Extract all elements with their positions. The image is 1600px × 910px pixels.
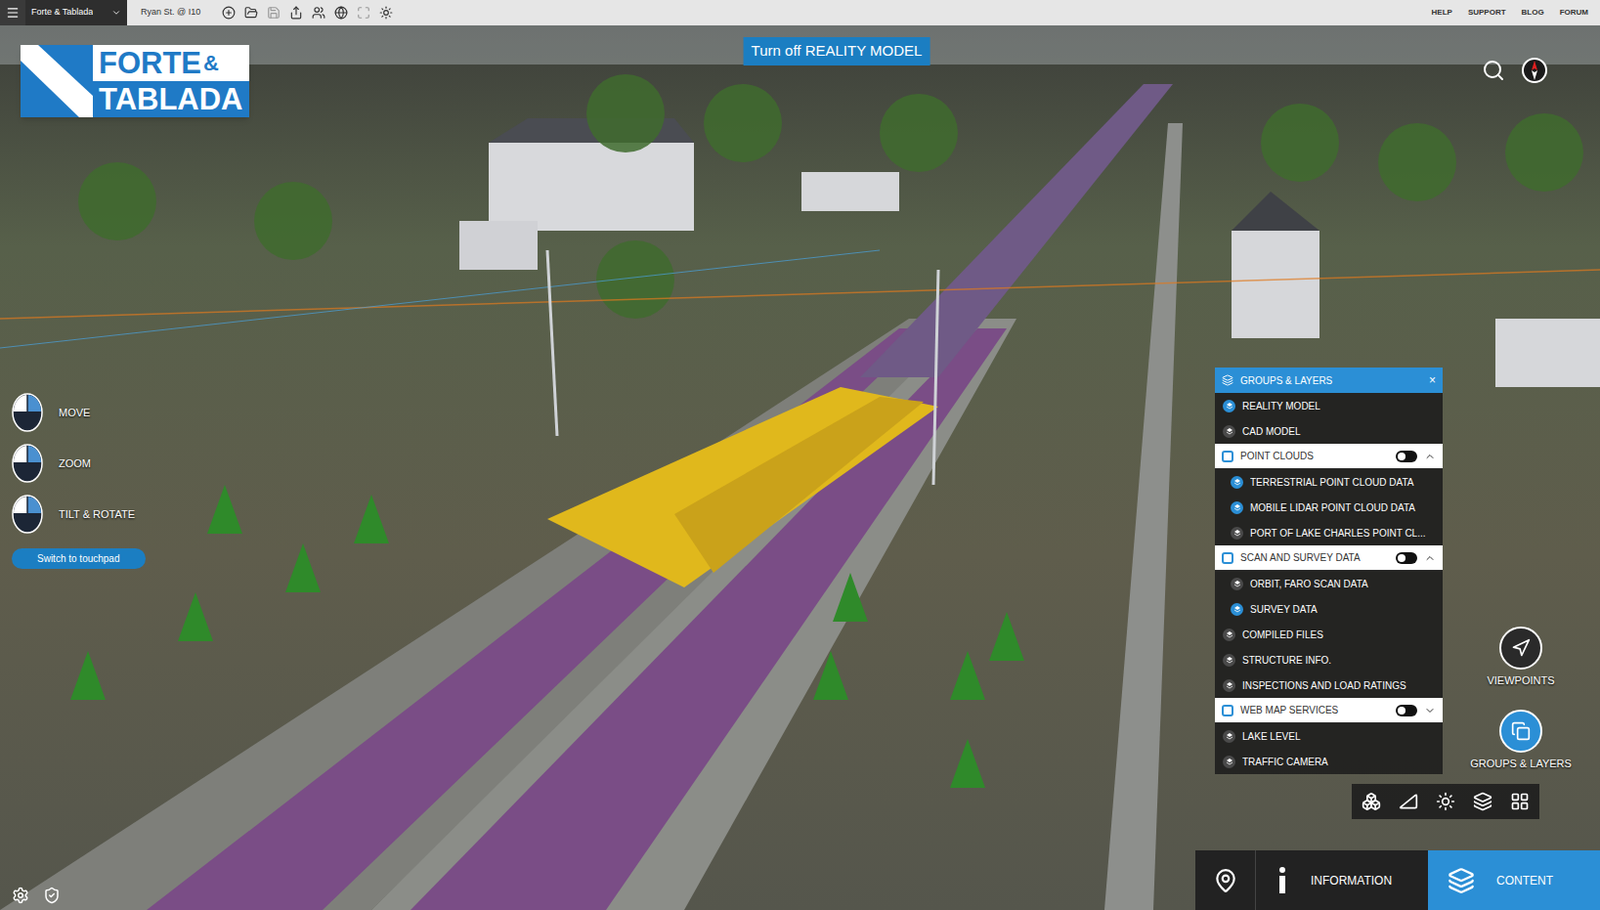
bottom-bar: INFORMATIONCONTENT <box>1195 850 1600 910</box>
layer-icon[interactable] <box>1222 425 1236 438</box>
bottom-tab[interactable]: INFORMATION <box>1255 850 1428 910</box>
layer-icon[interactable] <box>1222 628 1236 642</box>
content-icon <box>1447 866 1475 895</box>
layer-row[interactable]: MOBILE LIDAR POINT CLOUD DATA <box>1214 494 1443 520</box>
menu-icon <box>5 5 20 20</box>
touchpad-button[interactable]: Switch to touchpad <box>11 548 146 569</box>
project-dropdown[interactable]: Forte & Tablada <box>25 0 128 26</box>
collapse-icon[interactable] <box>1424 552 1436 564</box>
location-label[interactable]: Ryan St. @ I10 <box>127 5 215 20</box>
grid-icon[interactable] <box>1510 791 1530 812</box>
layer-icon[interactable] <box>1222 653 1236 667</box>
menu-button[interactable] <box>0 0 26 26</box>
navigation-hints: MOVE ZOOM TILT & ROTATE Switch to touchpad <box>11 395 146 569</box>
layer-group-row[interactable]: SCAN AND SURVEY DATA <box>1214 545 1443 571</box>
app: Forte & TabladaRyan St. @ I10 HELP SUPPORT… <box>0 0 1600 910</box>
pin-icon <box>1212 867 1239 894</box>
layer-icon[interactable] <box>1222 730 1236 743</box>
model-icon[interactable] <box>1361 791 1382 812</box>
viewpoints-icon <box>1511 638 1531 658</box>
add-icon[interactable] <box>221 5 236 20</box>
group-icon <box>1221 450 1234 463</box>
layers-tool-icon[interactable] <box>1472 791 1493 812</box>
layer-row[interactable]: CAD MODEL <box>1214 418 1443 444</box>
layer-icon[interactable] <box>1230 501 1244 515</box>
logo: FORTE&TABLADA <box>20 44 250 118</box>
top-link[interactable]: SUPPORT <box>1468 6 1507 19</box>
mouse-icon <box>11 494 44 534</box>
top-link[interactable]: BLOG <box>1521 6 1545 19</box>
group-toggle[interactable] <box>1395 552 1418 564</box>
shield-icon[interactable] <box>43 886 61 905</box>
layer-icon[interactable] <box>1230 577 1244 591</box>
share-icon[interactable] <box>289 5 303 20</box>
top-bar: Forte & TabladaRyan St. @ I10 HELP SUPPORT… <box>0 0 1600 26</box>
group-icon <box>1221 704 1234 717</box>
pin-button[interactable] <box>1195 850 1256 910</box>
layer-row[interactable]: INSPECTIONS AND LOAD RATINGS <box>1214 672 1443 698</box>
fullscreen-icon[interactable] <box>356 5 371 20</box>
layers-panel: GROUPS & LAYERS×REALITY MODELCAD MODELPO… <box>1214 367 1443 775</box>
layer-row[interactable]: ORBIT, FARO SCAN DATA <box>1214 570 1443 597</box>
expand-icon[interactable] <box>1424 704 1436 717</box>
layer-row[interactable]: STRUCTURE INFO. <box>1214 647 1443 673</box>
groups-layers-icon <box>1511 721 1531 741</box>
layer-icon[interactable] <box>1222 755 1236 769</box>
layer-group-row[interactable]: WEB MAP SERVICES <box>1214 697 1443 724</box>
layer-icon[interactable] <box>1222 399 1236 413</box>
top-links: HELP SUPPORT BLOG FORUM <box>1431 6 1600 19</box>
layer-group-row[interactable]: POINT CLOUDS <box>1214 443 1443 470</box>
layer-row[interactable]: COMPILED FILES <box>1214 621 1443 648</box>
compass-icon[interactable] <box>1520 56 1549 85</box>
side-buttons: VIEWPOINTS GROUPS & LAYERS <box>1467 626 1575 772</box>
layer-row[interactable]: SURVEY DATA <box>1214 596 1443 622</box>
layer-row[interactable]: TERRESTRIAL POINT CLOUD DATA <box>1214 469 1443 495</box>
layer-row[interactable]: LAKE LEVEL <box>1214 723 1443 749</box>
navigation-hint: MOVE <box>11 395 146 430</box>
viewer: FORTE&TABLADA Turn off REALITY MODEL MOVE Z… <box>0 25 1600 910</box>
open-icon[interactable] <box>244 5 259 20</box>
info-icon <box>1275 865 1290 896</box>
navigation-hint: TILT & ROTATE <box>11 497 146 531</box>
layer-icon[interactable] <box>1230 526 1244 540</box>
sun-icon[interactable] <box>379 5 393 20</box>
group-toggle[interactable] <box>1395 704 1418 717</box>
save-icon[interactable] <box>266 5 281 20</box>
search-icon[interactable] <box>1481 58 1506 83</box>
tool-strip <box>1351 783 1540 820</box>
layers-panel-header: GROUPS & LAYERS× <box>1214 367 1443 393</box>
mouse-icon <box>11 443 44 483</box>
layer-row[interactable]: TRAFFIC CAMERA <box>1214 748 1443 775</box>
close-button[interactable]: × <box>1428 374 1436 387</box>
collapse-icon[interactable] <box>1424 450 1436 463</box>
reality-model-banner[interactable]: Turn off REALITY MODEL <box>743 37 931 66</box>
layers-icon <box>1221 374 1234 387</box>
layer-icon[interactable] <box>1230 475 1244 489</box>
group-toggle[interactable] <box>1395 450 1418 463</box>
top-link[interactable]: HELP <box>1431 6 1453 19</box>
measure-icon[interactable] <box>1398 791 1419 812</box>
layer-icon[interactable] <box>1222 679 1236 692</box>
layer-row[interactable]: PORT OF LAKE CHARLES POINT CL... <box>1214 519 1443 546</box>
dropdown-icon <box>111 7 122 18</box>
side-button[interactable]: GROUPS & LAYERS <box>1470 709 1572 773</box>
globe-icon[interactable] <box>334 5 348 20</box>
layer-icon[interactable] <box>1230 603 1244 616</box>
mouse-icon <box>11 392 44 433</box>
logo-mark-icon <box>20 44 93 118</box>
layer-row[interactable]: REALITY MODEL <box>1214 392 1443 419</box>
users-icon[interactable] <box>311 5 326 20</box>
navigation-hint: ZOOM <box>11 446 146 480</box>
toolbar <box>214 5 401 20</box>
lighting-icon[interactable] <box>1435 791 1456 812</box>
bottom-tab[interactable]: CONTENT <box>1427 850 1600 910</box>
group-icon <box>1221 552 1234 564</box>
side-button[interactable]: VIEWPOINTS <box>1486 626 1555 690</box>
top-link[interactable]: FORUM <box>1559 6 1589 19</box>
settings-icon[interactable] <box>11 886 30 905</box>
